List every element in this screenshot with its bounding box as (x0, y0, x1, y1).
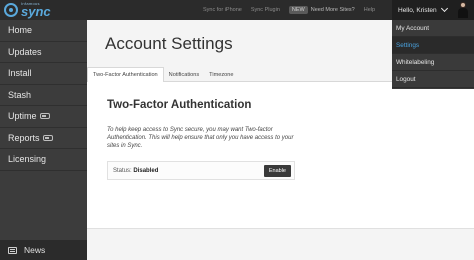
sidebar-item-label: Licensing (8, 154, 47, 165)
pro-tag-icon (39, 113, 50, 120)
sidebar-item-label: Uptime (8, 111, 37, 122)
sidebar-item-uptime[interactable]: Uptime (0, 106, 87, 128)
sidebar-item-licensing[interactable]: Licensing (0, 149, 87, 171)
tab-notifications[interactable]: Notifications (164, 67, 204, 82)
sync-logo-icon (4, 3, 18, 17)
menu-item-my-account[interactable]: My Account (392, 20, 474, 37)
sidebar-item-label: Updates (8, 46, 42, 57)
sidebar-item-reports[interactable]: Reports (0, 128, 87, 149)
tab-panel: Two-Factor Authentication To help keep a… (87, 82, 474, 229)
pro-tag-icon (42, 134, 53, 141)
top-links: Sync for iPhone Sync Plugin NEW Need Mor… (203, 0, 384, 20)
sync-for-iphone-link[interactable]: Sync for iPhone (203, 7, 242, 13)
avatar (457, 2, 468, 18)
sidebar-item-home[interactable]: Home (0, 20, 87, 42)
user-menu-toggle[interactable]: Hello, Kristen (392, 0, 474, 20)
status-box: Status: Disabled Enable (107, 161, 295, 180)
sync-logo[interactable]: Infamous sync (4, 1, 51, 19)
tab-timezone[interactable]: Timezone (204, 67, 238, 82)
status-text: Status: Disabled (113, 168, 158, 174)
section-description: To help keep access to Sync secure, you … (107, 127, 294, 149)
status-value: Disabled (133, 168, 159, 174)
sidebar-item-stash[interactable]: Stash (0, 85, 87, 106)
status-label: Status: (113, 168, 132, 174)
user-greeting: Hello, Kristen (398, 6, 437, 14)
enable-button[interactable]: Enable (263, 165, 291, 177)
need-more-sites-link[interactable]: Need More Sites? (311, 7, 355, 13)
news-button[interactable]: News (0, 240, 87, 260)
chevron-down-icon (440, 4, 448, 13)
menu-item-settings[interactable]: Settings (392, 37, 474, 54)
top-bar: Infamous sync Sync for iPhone Sync Plugi… (0, 0, 474, 20)
section-title: Two-Factor Authentication (107, 99, 252, 111)
menu-item-logout[interactable]: Logout (392, 71, 474, 88)
tab-two-factor-authentication[interactable]: Two-Factor Authentication (87, 67, 164, 83)
new-badge: NEW (288, 6, 308, 14)
help-link[interactable]: Help (364, 7, 375, 13)
logo-big-text: sync (21, 4, 51, 19)
sidebar-item-label: Stash (8, 89, 32, 100)
sidebar: Home Updates Install Stash Uptime Report… (0, 20, 87, 260)
logo-text: Infamous sync (21, 2, 51, 19)
sync-plugin-link[interactable]: Sync Plugin (251, 7, 280, 13)
menu-item-whitelabeling[interactable]: Whitelabeling (392, 54, 474, 71)
user-dropdown-menu: My Account Settings Whitelabeling Logout (392, 20, 474, 89)
sidebar-item-updates[interactable]: Updates (0, 42, 87, 63)
page-title: Account Settings (105, 34, 233, 53)
sidebar-item-label: Home (8, 25, 33, 36)
sidebar-item-label: Reports (8, 132, 40, 143)
news-label: News (24, 245, 46, 255)
sidebar-item-label: Install (8, 68, 32, 79)
news-icon (8, 246, 17, 254)
sidebar-item-install[interactable]: Install (0, 63, 87, 85)
